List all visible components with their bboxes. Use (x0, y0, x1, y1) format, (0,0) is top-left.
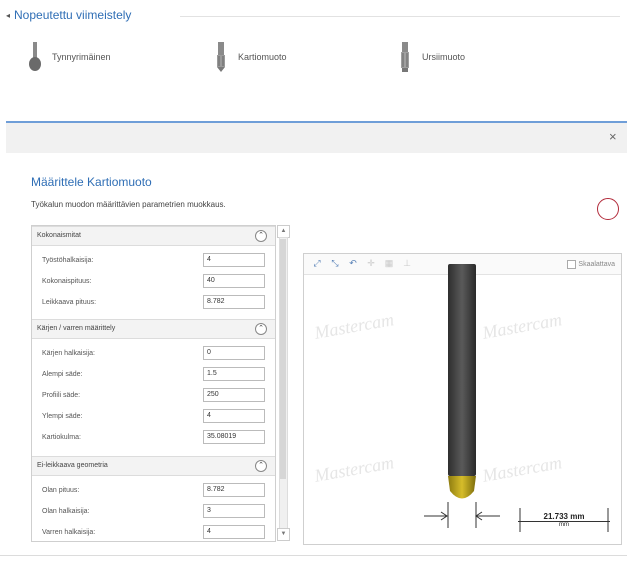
tool-tip (448, 476, 476, 499)
collapse-icon[interactable]: ⌃ (255, 230, 267, 242)
param-row: Varren halkaisija: 4 (32, 525, 275, 541)
scroll-down-icon[interactable]: ▼ (277, 528, 290, 541)
shoulder-length-input[interactable]: 8.782 (203, 483, 265, 497)
group-header-overall-dimensions[interactable]: Kokonaismitat ⌃ (32, 226, 275, 246)
cutting-length-input[interactable]: 8.782 (203, 295, 265, 309)
param-label: Kokonaispituus: (42, 278, 92, 285)
param-row: Olan halkaisija: 3 (32, 504, 275, 521)
group-title: Kokonaismitat (37, 232, 81, 239)
shoulder-diameter-input[interactable]: 3 (203, 504, 265, 518)
collapse-arrow-icon[interactable]: ◂ (6, 11, 10, 20)
param-row: Kartiokulma: 35.08019 (32, 430, 275, 447)
upper-radius-input[interactable]: 4 (203, 409, 265, 423)
tool-option-label: Kartiomuoto (238, 52, 287, 62)
section-title: Nopeutettu viimeistely (14, 8, 132, 22)
tip-diameter-input[interactable]: 0 (203, 346, 265, 360)
param-label: Profiili säde: (42, 392, 81, 399)
panel-scrollbar[interactable]: ▲ ▼ (277, 225, 290, 541)
dialog-description: Työkalun muodon määrittävien parametrien… (31, 200, 226, 209)
parameter-panel: Kokonaismitat ⌃ Työstöhalkaisija: 4 Koko… (31, 225, 276, 542)
tool-option-label: Tynnyrimäinen (52, 52, 111, 62)
lower-radius-input[interactable]: 1.5 (203, 367, 265, 381)
tool-preview[interactable]: ⤢ ⤡ ↶ ✛ ▦ ⊥ Skaalattava Mastercam Master… (303, 253, 622, 545)
close-icon[interactable]: × (609, 129, 617, 144)
param-label: Kartiokulma: (42, 434, 81, 441)
param-row: Profiili säde: 250 (32, 388, 275, 405)
tool-option-lens[interactable]: Ursiimuoto (398, 42, 465, 72)
section-divider (180, 16, 620, 17)
collapse-icon[interactable]: ⌃ (255, 323, 267, 335)
cutting-diameter-input[interactable]: 4 (203, 253, 265, 267)
tool-option-taper[interactable]: Kartiomuoto (214, 42, 287, 72)
group-header-non-cutting[interactable]: Ei-leikkaava geometria ⌃ (32, 456, 275, 476)
shank-diameter-input[interactable]: 4 (203, 525, 265, 539)
tool-option-barrel[interactable]: Tynnyrimäinen (28, 42, 111, 72)
param-label: Olan halkaisija: (42, 508, 90, 515)
param-row: Ylempi säde: 4 (32, 409, 275, 426)
lens-tool-icon (401, 42, 409, 72)
tool-drawing (424, 264, 609, 532)
param-label: Työstöhalkaisija: (42, 257, 94, 264)
annotation-circle (597, 198, 619, 220)
barrel-tool-icon (29, 42, 41, 71)
param-label: Kärjen halkaisija: (42, 350, 95, 357)
param-row: Kokonaispituus: 40 (32, 274, 275, 291)
param-row: Alempi säde: 1.5 (32, 367, 275, 384)
overall-length-input[interactable]: 40 (203, 274, 265, 288)
dimension-label: 21.733 mm mm (518, 512, 610, 528)
param-row: Työstöhalkaisija: 4 (32, 253, 275, 270)
param-label: Olan pituus: (42, 487, 80, 494)
group-title: Ei-leikkaava geometria (37, 462, 108, 469)
group-header-tip-shank[interactable]: Kärjen / varren määrittely ⌃ (32, 319, 275, 339)
param-label: Leikkaava pituus: (42, 299, 97, 306)
section-header[interactable]: ◂ Nopeutettu viimeistely (6, 8, 131, 22)
param-row: Kärjen halkaisija: 0 (32, 346, 275, 363)
dialog-header-bar (6, 123, 627, 153)
param-label: Ylempi säde: (42, 413, 83, 420)
collapse-icon[interactable]: ⌃ (255, 460, 267, 472)
tool-shank (448, 264, 476, 476)
param-row: Leikkaava pituus: 8.782 (32, 295, 275, 312)
group-title: Kärjen / varren määrittely (37, 325, 116, 332)
param-label: Alempi säde: (42, 371, 83, 378)
dialog-title: Määrittele Kartiomuoto (31, 175, 152, 189)
bottom-divider (0, 555, 627, 556)
taper-tool-icon (217, 42, 225, 72)
dimension-unit: mm (518, 521, 610, 528)
param-row: Olan pituus: 8.782 (32, 483, 275, 500)
param-label: Varren halkaisija: (42, 529, 96, 536)
taper-angle-input[interactable]: 35.08019 (203, 430, 265, 444)
tool-option-label: Ursiimuoto (422, 52, 466, 62)
scrollbar-thumb[interactable] (280, 239, 286, 479)
dimension-value: 21.733 mm (543, 512, 585, 521)
profile-radius-input[interactable]: 250 (203, 388, 265, 402)
